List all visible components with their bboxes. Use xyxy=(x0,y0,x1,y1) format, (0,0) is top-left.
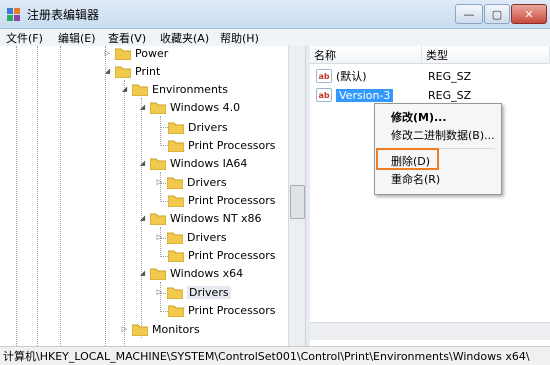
maximize-button[interactable]: ▢ xyxy=(484,4,510,24)
value-row[interactable]: ab (默认) xyxy=(316,67,367,85)
menu-item-rename[interactable]: 重命名(R) xyxy=(391,170,440,188)
value-type: REG_SZ xyxy=(428,88,472,102)
tree-item-print-processors[interactable]: Print Processors xyxy=(168,301,276,319)
folder-icon xyxy=(167,177,183,189)
menu-edit[interactable]: 编辑(E) xyxy=(58,30,96,46)
tree-item-label: Power xyxy=(135,46,169,60)
folder-icon xyxy=(168,250,184,262)
collapse-icon[interactable]: ◢ xyxy=(120,85,129,94)
title-bar: 注册表编辑器 — ▢ ✕ xyxy=(0,0,550,29)
tree-item-label: Print Processors xyxy=(188,193,276,207)
tree-item-print-processors[interactable]: Print Processors xyxy=(168,191,276,209)
tree-item-windows-x64[interactable]: ◢ Windows x64 xyxy=(138,264,243,282)
tree-item-drivers[interactable]: ▷ Drivers xyxy=(155,173,227,191)
regedit-icon xyxy=(7,8,20,21)
tree-item-label: Print Processors xyxy=(188,248,276,262)
tree-item-label: Drivers xyxy=(187,175,227,189)
tree-item-drivers[interactable]: Drivers xyxy=(168,118,228,136)
tree-item-print-processors[interactable]: Print Processors xyxy=(168,246,276,264)
minimize-button[interactable]: — xyxy=(455,4,483,24)
status-bar: 计算机\HKEY_LOCAL_MACHINE\SYSTEM\ControlSet… xyxy=(0,346,550,365)
expand-icon[interactable]: ▷ xyxy=(103,49,112,58)
folder-open-icon xyxy=(150,158,166,170)
tree-item-label: Windows x64 xyxy=(170,266,244,280)
tree-item-label: Print xyxy=(135,64,161,78)
folder-icon xyxy=(167,232,183,244)
folder-icon xyxy=(168,122,184,134)
folder-open-icon xyxy=(150,213,166,225)
tree-item-label: Print Processors xyxy=(188,138,276,152)
menu-bar: 文件(F) 编辑(E) 查看(V) 收藏夹(A) 帮助(H) xyxy=(0,29,550,47)
folder-open-icon xyxy=(115,66,131,78)
tree-item-label: Environments xyxy=(152,82,228,96)
collapse-icon[interactable]: ◢ xyxy=(138,103,147,112)
values-hscrollbar[interactable] xyxy=(310,322,550,340)
menu-view[interactable]: 查看(V) xyxy=(108,30,146,46)
tree-item-drivers[interactable]: ▷ Drivers xyxy=(155,228,227,246)
folder-icon xyxy=(167,287,183,299)
close-button[interactable]: ✕ xyxy=(511,4,547,24)
tree-item-label: Windows IA64 xyxy=(170,156,248,170)
tree-item-print[interactable]: ◢ Print xyxy=(103,62,160,80)
menu-help[interactable]: 帮助(H) xyxy=(220,30,259,46)
folder-icon xyxy=(168,140,184,152)
tree-item-windows-ia64[interactable]: ◢ Windows IA64 xyxy=(138,154,247,172)
expand-icon[interactable]: ▷ xyxy=(120,325,129,334)
tree-item-label: Windows 4.0 xyxy=(170,100,241,114)
folder-icon xyxy=(168,305,184,317)
menu-file[interactable]: 文件(F) xyxy=(6,30,43,46)
value-name: Version-3 xyxy=(336,88,394,102)
collapse-icon[interactable]: ◢ xyxy=(138,269,147,278)
folder-icon xyxy=(168,195,184,207)
expand-icon[interactable]: ▷ xyxy=(155,178,164,187)
tree-item-label: Monitors xyxy=(152,322,200,336)
column-header-type[interactable]: 类型 xyxy=(422,46,550,64)
tree-item-power[interactable]: ▷ Power xyxy=(103,46,168,62)
folder-open-icon xyxy=(150,102,166,114)
tree-item-environments[interactable]: ◢ Environments xyxy=(120,80,228,98)
tree-item-drivers-selected[interactable]: ▷ Drivers xyxy=(155,283,231,301)
collapse-icon[interactable]: ◢ xyxy=(138,214,147,223)
menu-favorites[interactable]: 收藏夹(A) xyxy=(160,30,209,46)
folder-open-icon xyxy=(132,84,148,96)
tree-item-windows-4-0[interactable]: ◢ Windows 4.0 xyxy=(138,98,240,116)
tree-scroll-thumb[interactable] xyxy=(290,185,305,219)
collapse-icon[interactable]: ◢ xyxy=(138,159,147,168)
expand-icon[interactable]: ▷ xyxy=(155,288,164,297)
tree-item-label: Print Processors xyxy=(188,303,276,317)
tree-item-label: Windows NT x86 xyxy=(170,211,262,225)
value-name: (默认) xyxy=(336,70,367,83)
tree-item-label: Drivers xyxy=(187,285,231,299)
tree-item-windows-nt-x86[interactable]: ◢ Windows NT x86 xyxy=(138,209,262,227)
tree-item-label: Drivers xyxy=(187,230,227,244)
folder-icon xyxy=(115,48,131,60)
column-header-name[interactable]: 名称 xyxy=(310,46,422,64)
value-type: REG_SZ xyxy=(428,69,472,83)
expand-icon[interactable]: ▷ xyxy=(155,233,164,242)
window-title: 注册表编辑器 xyxy=(27,8,100,22)
string-value-icon: ab xyxy=(316,88,332,102)
string-value-icon: ab xyxy=(316,69,332,83)
tree-item-monitors[interactable]: ▷ Monitors xyxy=(120,320,200,338)
menu-item-modify[interactable]: 修改(M)... xyxy=(391,108,447,126)
registry-tree[interactable]: ▷ Power ◢ Print ◢ Environments ◢ Windows… xyxy=(0,46,305,346)
tree-item-print-processors[interactable]: Print Processors xyxy=(168,136,276,154)
tree-item-label: Drivers xyxy=(188,120,228,134)
folder-open-icon xyxy=(150,268,166,280)
folder-icon xyxy=(132,324,148,336)
menu-item-modify-binary[interactable]: 修改二进制数据(B)... xyxy=(391,126,495,144)
collapse-icon[interactable]: ◢ xyxy=(103,67,112,76)
value-row-selected[interactable]: ab Version-3 xyxy=(316,86,394,104)
delete-highlight-box xyxy=(376,148,439,170)
values-pane: 名称 类型 ab (默认) REG_SZ ab Version-3 REG_SZ xyxy=(310,46,550,346)
